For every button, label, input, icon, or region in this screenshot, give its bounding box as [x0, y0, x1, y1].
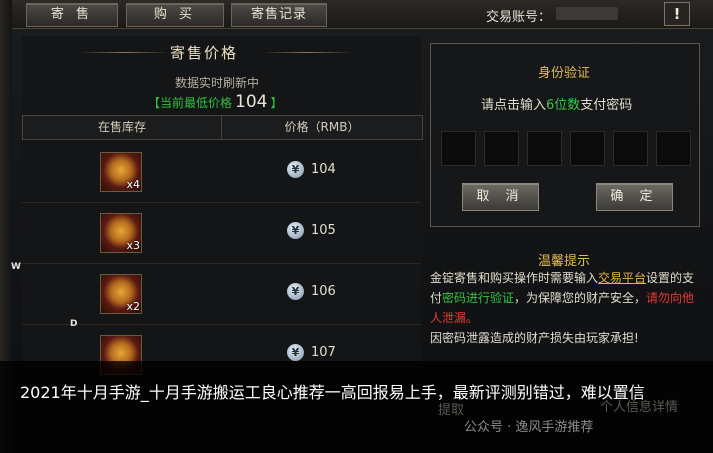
title-ornament-right: [262, 52, 352, 53]
table-row[interactable]: x4 ¥ 104: [22, 142, 421, 203]
confirm-button[interactable]: 确 定: [596, 183, 673, 211]
item-quantity: x2: [126, 300, 140, 313]
pin-hint-pre: 请点击输入: [481, 98, 547, 113]
tips-title: 温馨提示: [538, 254, 591, 269]
pin-digit-3[interactable]: [527, 131, 562, 166]
pin-digit-2[interactable]: [484, 131, 519, 166]
table-row[interactable]: x3 ¥ 105: [22, 203, 421, 264]
pin-digit-6[interactable]: [656, 131, 691, 166]
lowest-price-value: 104: [235, 92, 268, 112]
cancel-button[interactable]: 取 消: [462, 183, 539, 211]
pin-digit-5[interactable]: [613, 131, 648, 166]
tab-consign[interactable]: 寄 售: [26, 3, 118, 27]
item-price: 107: [311, 345, 336, 360]
consignment-title: 寄售价格: [170, 44, 239, 62]
yuan-coin-icon: ¥: [287, 344, 304, 361]
tips-highlight: 密码进行验证: [442, 291, 515, 305]
pin-hint-digits: 6位数: [546, 98, 581, 113]
item-quantity: x3: [126, 239, 140, 252]
gold-bag-icon: x4: [100, 152, 142, 192]
pin-hint-post: 支付密码: [580, 98, 633, 113]
refresh-status: 数据实时刷新中: [175, 76, 260, 90]
warning-icon[interactable]: !: [664, 2, 690, 26]
trading-platform-link[interactable]: 交易平台: [598, 271, 646, 285]
tips-body: 金锭寄售和购买操作时需要输入交易平台设置的支付密码进行验证，为保障您的财产安全，…: [430, 268, 706, 348]
tab-buy[interactable]: 购 买: [126, 3, 224, 27]
account-label: 交易账号：: [486, 10, 552, 25]
yuan-coin-icon: ¥: [287, 283, 304, 300]
watermark: 公众号 · 逸风手游推荐: [464, 420, 594, 435]
lowest-price-close: 】: [270, 96, 283, 110]
yuan-coin-icon: ¥: [287, 161, 304, 178]
column-price: 价格（RMB）: [284, 120, 360, 134]
item-price: 105: [311, 223, 336, 238]
pin-digit-4[interactable]: [570, 131, 605, 166]
lowest-price-label: 【当前最低价格: [148, 96, 233, 110]
pin-digit-1[interactable]: [441, 131, 476, 166]
table-header: 在售库存 价格（RMB）: [22, 115, 423, 140]
gold-bag-icon: x3: [100, 213, 142, 253]
stray-letter: D: [70, 319, 78, 329]
account-value-redacted: [556, 7, 618, 20]
lowest-price: 【当前最低价格 104】: [148, 92, 282, 112]
tips-text: 金锭寄售和购买操作时需要输入: [430, 271, 599, 285]
item-price: 106: [311, 284, 336, 299]
column-stock: 在售库存: [97, 120, 146, 134]
pin-hint: 请点击输入6位数支付密码: [481, 94, 632, 113]
gold-bag-icon: x2: [100, 274, 142, 314]
caption-text: 2021年十月手游_十月手游搬运工良心推荐一高回报易上手，最新评测别错过，难以置…: [20, 383, 645, 402]
item-price: 104: [311, 162, 336, 177]
identity-title: 身份验证: [538, 66, 591, 81]
tips-text: ，为保障您的财产安全，: [514, 291, 647, 305]
item-quantity: x4: [126, 178, 140, 191]
tips-text: 因密码泄露造成的财产损失由玩家承担!: [430, 331, 639, 345]
tab-consign-history[interactable]: 寄售记录: [231, 3, 327, 27]
stray-letter: W: [11, 262, 21, 272]
title-ornament-left: [80, 52, 170, 53]
table-row[interactable]: x2 ¥ 106: [22, 264, 421, 325]
yuan-coin-icon: ¥: [287, 222, 304, 239]
